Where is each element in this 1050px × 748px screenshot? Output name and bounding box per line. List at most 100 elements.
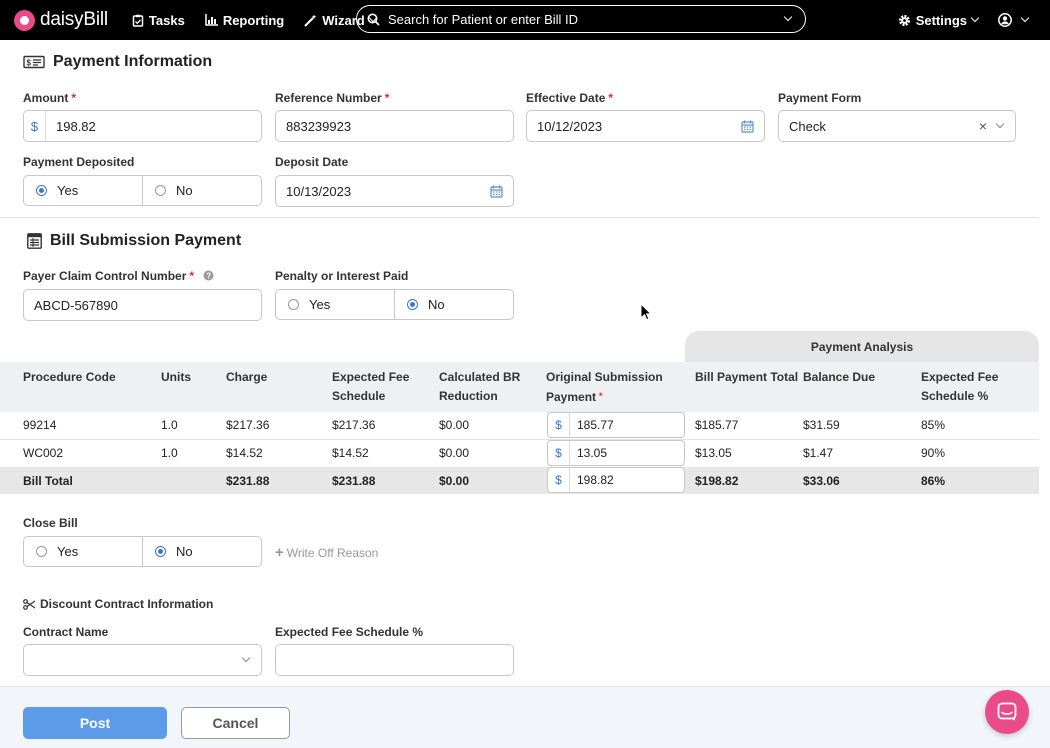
search-icon: [367, 13, 380, 26]
penalty-radio-group: Yes No: [275, 289, 514, 320]
deposit-date-label: Deposit Date: [275, 155, 349, 169]
deposit-date-field[interactable]: 10/13/2023: [275, 175, 514, 207]
logo-text: daisyBill: [40, 9, 108, 30]
expected-fee-pct-label: Expected Fee Schedule %: [275, 625, 424, 639]
daisy-icon: [14, 9, 35, 31]
row-divider: [0, 439, 1039, 440]
svg-text:$: $: [27, 59, 32, 68]
effective-date-value: 10/12/2023: [537, 118, 603, 134]
claim-number-value: ABCD-567890: [34, 297, 118, 313]
post-button[interactable]: Post: [23, 707, 167, 739]
dollar-prefix: $: [548, 441, 570, 465]
close-bill-label: Close Bill: [23, 516, 78, 530]
dollar-prefix: $: [24, 111, 46, 141]
units-cell: 1.0: [161, 418, 178, 432]
calendar-icon[interactable]: [741, 120, 754, 133]
col-charge: Charge: [226, 370, 268, 384]
claim-number-field[interactable]: ABCD-567890: [23, 289, 262, 321]
contract-name-select[interactable]: [23, 644, 262, 676]
col-units: Units: [161, 370, 191, 384]
procedure-code-cell: 99214: [23, 418, 57, 432]
clear-icon[interactable]: ×: [979, 118, 987, 134]
total-payment-value: 198.82: [577, 473, 614, 487]
balance-due-cell: $1.47: [803, 446, 834, 460]
close-bill-no-option[interactable]: No: [142, 537, 261, 566]
penalty-label: Penalty or Interest Paid: [275, 269, 409, 283]
claim-number-label: Payer Claim Control Number * ?: [23, 269, 214, 283]
no-label: No: [176, 183, 193, 198]
deposited-yes-option[interactable]: Yes: [24, 176, 142, 205]
payment-value: 13.05: [577, 446, 608, 460]
expected-fee-pct-field[interactable]: [275, 644, 514, 676]
total-br-cell: $0.00: [439, 474, 470, 488]
bar-chart-icon: [205, 14, 218, 26]
close-bill-yes-option[interactable]: Yes: [24, 537, 142, 566]
section-title-text: Bill Submission Payment: [50, 232, 242, 249]
write-off-label: Write Off Reason: [286, 545, 379, 560]
penalty-no-option[interactable]: No: [394, 290, 513, 319]
help-icon[interactable]: ?: [203, 270, 214, 281]
gear-icon: [898, 14, 910, 26]
chevron-down-icon[interactable]: [995, 119, 1005, 129]
table-icon: [27, 233, 42, 249]
total-balance-cell: $33.06: [803, 474, 840, 488]
yes-label: Yes: [309, 297, 331, 312]
chevron-down-icon[interactable]: [783, 12, 793, 22]
reference-number-field[interactable]: 883239923: [275, 110, 514, 142]
no-label: No: [428, 297, 445, 312]
dollar-prefix: $: [548, 468, 570, 492]
procedure-code-cell: WC002: [23, 446, 64, 460]
chevron-down-icon[interactable]: [241, 653, 251, 663]
money-icon: $: [23, 55, 45, 69]
payment-information-title: $ Payment Information: [23, 53, 212, 71]
total-payment-field: $198.82: [547, 467, 685, 493]
radio-unselected-icon: [155, 185, 166, 196]
radio-unselected-icon: [36, 546, 47, 557]
user-avatar-icon: [998, 13, 1012, 27]
cancel-button[interactable]: Cancel: [181, 707, 290, 739]
payment-form-select[interactable]: Check ×: [778, 110, 1016, 142]
deposit-date-value: 10/13/2023: [286, 183, 352, 199]
deposited-no-option[interactable]: No: [142, 176, 261, 205]
contract-name-label: Contract Name: [23, 625, 109, 639]
bill-submission-title: Bill Submission Payment: [27, 232, 241, 250]
col-original-submission-payment: Original Submission Payment *: [546, 370, 663, 404]
col-balance-due: Balance Due: [803, 370, 876, 384]
write-off-reason-link[interactable]: + Write Off Reason: [275, 544, 378, 561]
total-expected-cell: $231.88: [332, 474, 376, 488]
balance-due-cell: $31.59: [803, 418, 840, 432]
discount-title-text: Discount Contract Information: [40, 597, 214, 611]
yes-label: Yes: [57, 183, 79, 198]
user-menu[interactable]: [998, 13, 1030, 27]
payment-deposited-label: Payment Deposited: [23, 155, 135, 169]
clipboard-icon: [132, 14, 144, 27]
amount-field[interactable]: $ 198.82: [23, 110, 262, 142]
global-search[interactable]: Search for Patient or enter Bill ID: [356, 5, 806, 33]
calendar-icon[interactable]: [490, 185, 503, 198]
daisybill-logo[interactable]: daisyBill: [14, 9, 108, 31]
nav-reporting-label: Reporting: [222, 12, 285, 28]
nav-settings[interactable]: Settings: [898, 13, 980, 28]
top-navbar: daisyBill Tasks Reporting Wizard Search …: [0, 0, 1050, 40]
payment-input[interactable]: $13.05: [547, 440, 685, 466]
payment-input[interactable]: $185.77: [547, 412, 685, 438]
close-bill-radio-group: Yes No: [23, 536, 262, 567]
reference-number-label: Reference Number *: [275, 91, 390, 105]
nav-tasks-label: Tasks: [148, 12, 185, 28]
chevron-down-icon: [1020, 13, 1030, 23]
total-pct-cell: 86%: [921, 474, 946, 488]
chevron-down-icon: [970, 13, 980, 23]
nav-tasks[interactable]: Tasks: [132, 13, 185, 28]
reference-number-value: 883239923: [286, 118, 352, 134]
magic-wand-icon: [304, 14, 317, 27]
chat-launcher-button[interactable]: [985, 690, 1029, 734]
col-bill-payment-total: Bill Payment Total: [695, 370, 799, 384]
payment-form-value: Check: [789, 118, 826, 134]
nav-reporting[interactable]: Reporting: [205, 13, 284, 28]
no-label: No: [176, 544, 193, 559]
effective-date-field[interactable]: 10/12/2023: [526, 110, 765, 142]
radio-selected-icon: [407, 299, 418, 310]
penalty-yes-option[interactable]: Yes: [276, 290, 394, 319]
radio-selected-icon: [155, 546, 166, 557]
bill-total-row: [0, 467, 1039, 494]
